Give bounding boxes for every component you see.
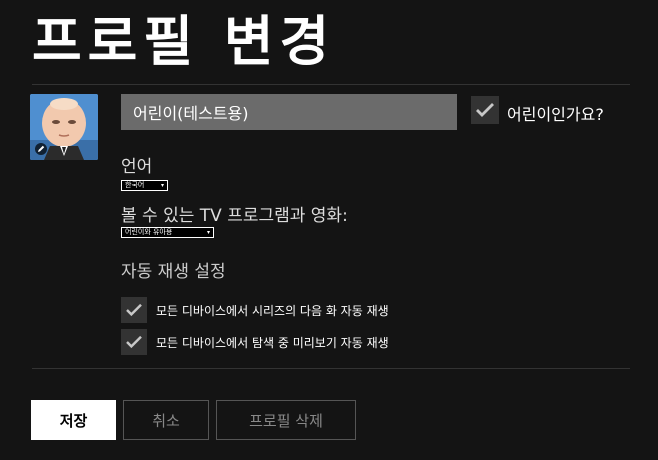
check-icon	[126, 303, 142, 317]
cancel-button[interactable]: 취소	[123, 400, 209, 440]
language-select[interactable]: 한국어 ▾	[121, 180, 168, 191]
caret-down-icon: ▾	[206, 229, 210, 236]
profile-name-input[interactable]	[121, 94, 457, 130]
language-select-value: 한국어	[125, 181, 145, 189]
autoplay-next-episode-label: 모든 디바이스에서 시리즈의 다음 화 자동 재생	[156, 304, 389, 318]
caret-down-icon: ▾	[160, 182, 164, 189]
maturity-select[interactable]: 어린이와 유아용 ▾	[121, 227, 214, 238]
check-icon	[476, 103, 494, 117]
pencil-icon[interactable]	[35, 143, 47, 155]
kids-checkbox[interactable]	[471, 96, 499, 124]
autoplay-previews-checkbox[interactable]	[121, 329, 147, 355]
kids-checkbox-label: 어린이인가요?	[507, 105, 604, 124]
page-title: 프로필 변경	[32, 10, 336, 73]
bottom-divider	[32, 368, 630, 369]
autoplay-previews-label: 모든 디바이스에서 탐색 중 미리보기 자동 재생	[156, 336, 389, 350]
top-divider	[32, 84, 630, 85]
profile-avatar[interactable]	[30, 94, 98, 160]
delete-profile-button[interactable]: 프로필 삭제	[216, 400, 356, 440]
maturity-select-value: 어린이와 유아용	[125, 228, 173, 236]
save-button[interactable]: 저장	[31, 400, 116, 440]
autoplay-settings-title: 자동 재생 설정	[121, 262, 226, 282]
maturity-label: 볼 수 있는 TV 프로그램과 영화:	[121, 206, 348, 226]
autoplay-next-episode-checkbox[interactable]	[121, 297, 147, 323]
language-label: 언어	[121, 157, 153, 177]
check-icon	[126, 335, 142, 349]
